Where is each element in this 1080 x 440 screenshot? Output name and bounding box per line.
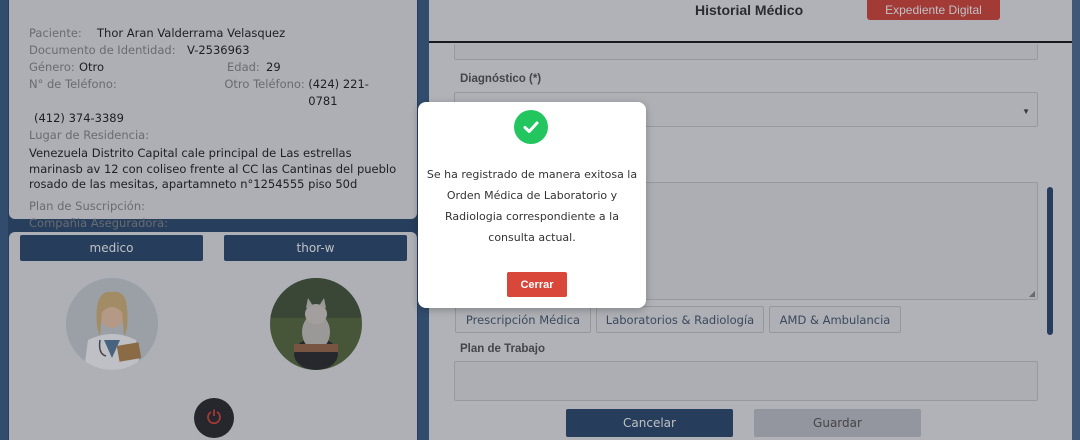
close-button[interactable]: Cerrar xyxy=(507,272,567,297)
dialog-message: Se ha registrado de manera exitosa la Or… xyxy=(426,168,638,244)
check-circle-icon xyxy=(514,110,548,144)
success-dialog: Se ha registrado de manera exitosa la Or… xyxy=(418,102,646,308)
